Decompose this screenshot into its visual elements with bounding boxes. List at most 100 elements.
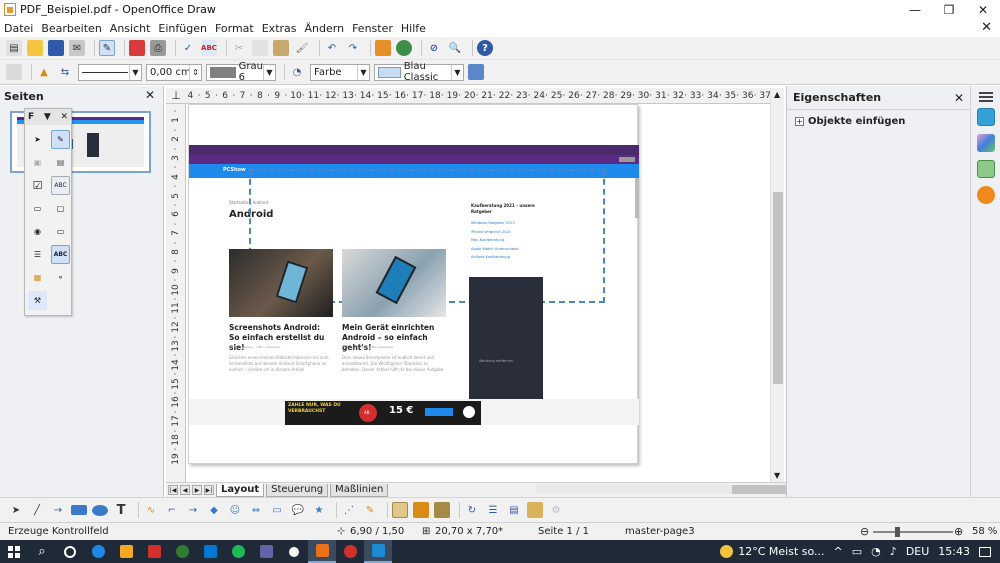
line-tool-icon[interactable]: ╱ bbox=[29, 502, 45, 518]
notification-icon[interactable] bbox=[979, 546, 991, 557]
tab-masslinien[interactable]: Maßlinien bbox=[330, 483, 389, 497]
clone-format-icon[interactable]: 🖌 bbox=[294, 40, 310, 56]
extrusion-icon[interactable] bbox=[527, 502, 543, 518]
drawing-canvas[interactable]: PCShow Startseite › Android Android Scre… bbox=[186, 104, 770, 482]
gallery-icon[interactable] bbox=[396, 40, 412, 56]
email-icon[interactable]: ✉ bbox=[69, 40, 85, 56]
modified-indicator[interactable]: * bbox=[498, 526, 503, 537]
gallery-tool-icon[interactable] bbox=[434, 502, 450, 518]
menu-extras[interactable]: Extras bbox=[262, 22, 297, 35]
gallery-deck-icon[interactable] bbox=[976, 160, 995, 178]
shadow-icon[interactable] bbox=[468, 64, 484, 80]
form-properties-icon[interactable]: ▤ bbox=[51, 153, 70, 172]
export-pdf-icon[interactable] bbox=[129, 40, 145, 56]
3d-effects-icon[interactable]: ⚙ bbox=[548, 502, 564, 518]
list-box-icon[interactable]: ▭ bbox=[51, 222, 70, 241]
rotate-icon[interactable]: ↻ bbox=[464, 502, 480, 518]
menu-format[interactable]: Format bbox=[215, 22, 254, 35]
drawing-page[interactable]: PCShow Startseite › Android Android Scre… bbox=[188, 104, 639, 464]
save-icon[interactable] bbox=[48, 40, 64, 56]
store-icon[interactable] bbox=[196, 540, 224, 563]
connector-tool-icon[interactable]: ⌐ bbox=[164, 502, 180, 518]
push-button-icon[interactable]: ▢ bbox=[51, 199, 70, 218]
form-controls-toolbox[interactable]: F ▼ ✕ ➤ ✎ ▣ ▤ ☑ ABC ▭ ▢ ◉ ▭ ☰ ABC ▦ ⚬ ⚒ bbox=[24, 108, 72, 316]
option-button-icon[interactable]: ▭ bbox=[28, 199, 47, 218]
spellcheck-icon[interactable]: ✓ bbox=[180, 40, 196, 56]
battery-icon[interactable]: ▭ bbox=[852, 545, 862, 558]
basic-shapes-icon[interactable]: ◆ bbox=[206, 502, 222, 518]
autospellcheck-icon[interactable]: ABC bbox=[201, 40, 217, 56]
area-style-select[interactable]: Farbe ▼ bbox=[310, 63, 370, 81]
callouts-icon[interactable]: 💬 bbox=[290, 502, 306, 518]
app-icon[interactable] bbox=[280, 540, 308, 563]
navigator-deck-icon[interactable] bbox=[976, 186, 995, 204]
paste-icon[interactable] bbox=[273, 40, 289, 56]
teams-icon[interactable] bbox=[252, 540, 280, 563]
tab-layout[interactable]: Layout bbox=[216, 483, 265, 497]
zoom-slider-track[interactable] bbox=[873, 531, 953, 533]
flowchart-icon[interactable]: ▭ bbox=[269, 502, 285, 518]
zoom-percentage[interactable]: 58 % bbox=[972, 526, 997, 537]
toolbox-close-icon[interactable]: ✕ bbox=[60, 112, 68, 122]
tab-next-icon[interactable]: ▶ bbox=[192, 485, 202, 495]
styles-deck-icon[interactable] bbox=[976, 134, 995, 152]
file-explorer-icon[interactable] bbox=[112, 540, 140, 563]
chevron-up-icon[interactable]: ^ bbox=[834, 545, 843, 558]
line-arrow-tool-icon[interactable]: → bbox=[50, 502, 66, 518]
start-button[interactable] bbox=[0, 540, 28, 563]
scroll-up-icon[interactable]: ▲ bbox=[774, 90, 780, 99]
zoom-out-icon[interactable]: ⊖ bbox=[860, 525, 869, 538]
toolbox-menu-icon[interactable]: ▼ bbox=[44, 112, 51, 122]
stars-icon[interactable]: ★ bbox=[311, 502, 327, 518]
styles-icon[interactable] bbox=[6, 64, 22, 80]
vertical-ruler[interactable]: · 1 · 2 · 3 · 4 · 5 · 6 · 7 · 8 · 9 · 10 · 11 · 12 · 13 · 14 · 15 · 16 ·… bbox=[166, 104, 186, 482]
new-document-icon[interactable]: ▤ bbox=[6, 40, 22, 56]
line-icon[interactable]: ▲ bbox=[36, 64, 52, 80]
properties-deck-icon[interactable] bbox=[976, 108, 995, 126]
points-icon[interactable]: ⋰ bbox=[341, 502, 357, 518]
lines-arrows-tool-icon[interactable]: → bbox=[185, 502, 201, 518]
copy-icon[interactable] bbox=[252, 40, 268, 56]
weather-text[interactable]: 12°C Meist so... bbox=[738, 545, 824, 558]
menu-datei[interactable]: Datei bbox=[4, 22, 33, 35]
area-fill-icon[interactable]: ◔ bbox=[289, 64, 305, 80]
area-color-select[interactable]: Blau Classic ▼ bbox=[374, 61, 464, 83]
undo-icon[interactable]: ↶ bbox=[324, 40, 340, 56]
network-icon[interactable]: ◔ bbox=[871, 545, 881, 558]
clock-time[interactable]: 15:43 bbox=[938, 545, 970, 558]
menu-aendern[interactable]: Ändern bbox=[305, 22, 345, 35]
keyboard-language[interactable]: DEU bbox=[906, 545, 929, 558]
tab-steuerung[interactable]: Steuerung bbox=[266, 483, 329, 497]
zoom-icon[interactable]: 🔍 bbox=[447, 40, 463, 56]
zoom-slider-knob[interactable] bbox=[895, 527, 900, 537]
vertical-scroll-thumb[interactable] bbox=[773, 192, 783, 384]
chrome-icon[interactable] bbox=[84, 540, 112, 563]
block-arrows-icon[interactable]: ⇔ bbox=[248, 502, 264, 518]
maximize-button[interactable]: ❐ bbox=[932, 0, 966, 19]
spotify-icon[interactable] bbox=[224, 540, 252, 563]
menu-einfuegen[interactable]: Einfügen bbox=[158, 22, 207, 35]
close-document-button[interactable]: ✕ bbox=[981, 20, 992, 35]
radio-button-icon[interactable]: ◉ bbox=[28, 222, 47, 241]
horizontal-ruler[interactable]: 4 · 5 · 6 · 7 · 8 · 9 · 10 · 11 · 12 · 13 · 14 · 15 · 16 · 17 · 18 · 1… bbox=[186, 88, 770, 104]
scroll-down-icon[interactable]: ▼ bbox=[774, 471, 780, 480]
openoffice-taskbar-icon[interactable] bbox=[308, 540, 336, 563]
minimize-button[interactable]: — bbox=[898, 0, 932, 19]
redo-icon[interactable]: ↷ bbox=[345, 40, 361, 56]
menu-bearbeiten[interactable]: Bearbeiten bbox=[41, 22, 101, 35]
chrome-icon[interactable] bbox=[336, 540, 364, 563]
design-mode-icon[interactable]: ✎ bbox=[51, 130, 70, 149]
curve-tool-icon[interactable]: ∿ bbox=[143, 502, 159, 518]
menu-hilfe[interactable]: Hilfe bbox=[401, 22, 426, 35]
line-color-select[interactable]: Grau 6 ▼ bbox=[206, 61, 276, 83]
tab-first-icon[interactable]: |◀ bbox=[168, 485, 178, 495]
task-view-icon[interactable] bbox=[56, 540, 84, 563]
close-icon[interactable]: ✕ bbox=[954, 91, 964, 105]
line-style-select[interactable]: ▼ bbox=[78, 63, 142, 81]
select-pointer-icon[interactable]: ➤ bbox=[28, 130, 47, 149]
help-icon[interactable]: ? bbox=[477, 40, 493, 56]
zoom-in-icon[interactable]: ⊕ bbox=[954, 525, 963, 538]
ruler-corner-tab-icon[interactable]: ⊥ bbox=[166, 88, 186, 104]
weather-sun-icon[interactable] bbox=[720, 545, 734, 558]
print-icon[interactable]: ⎙ bbox=[150, 40, 166, 56]
